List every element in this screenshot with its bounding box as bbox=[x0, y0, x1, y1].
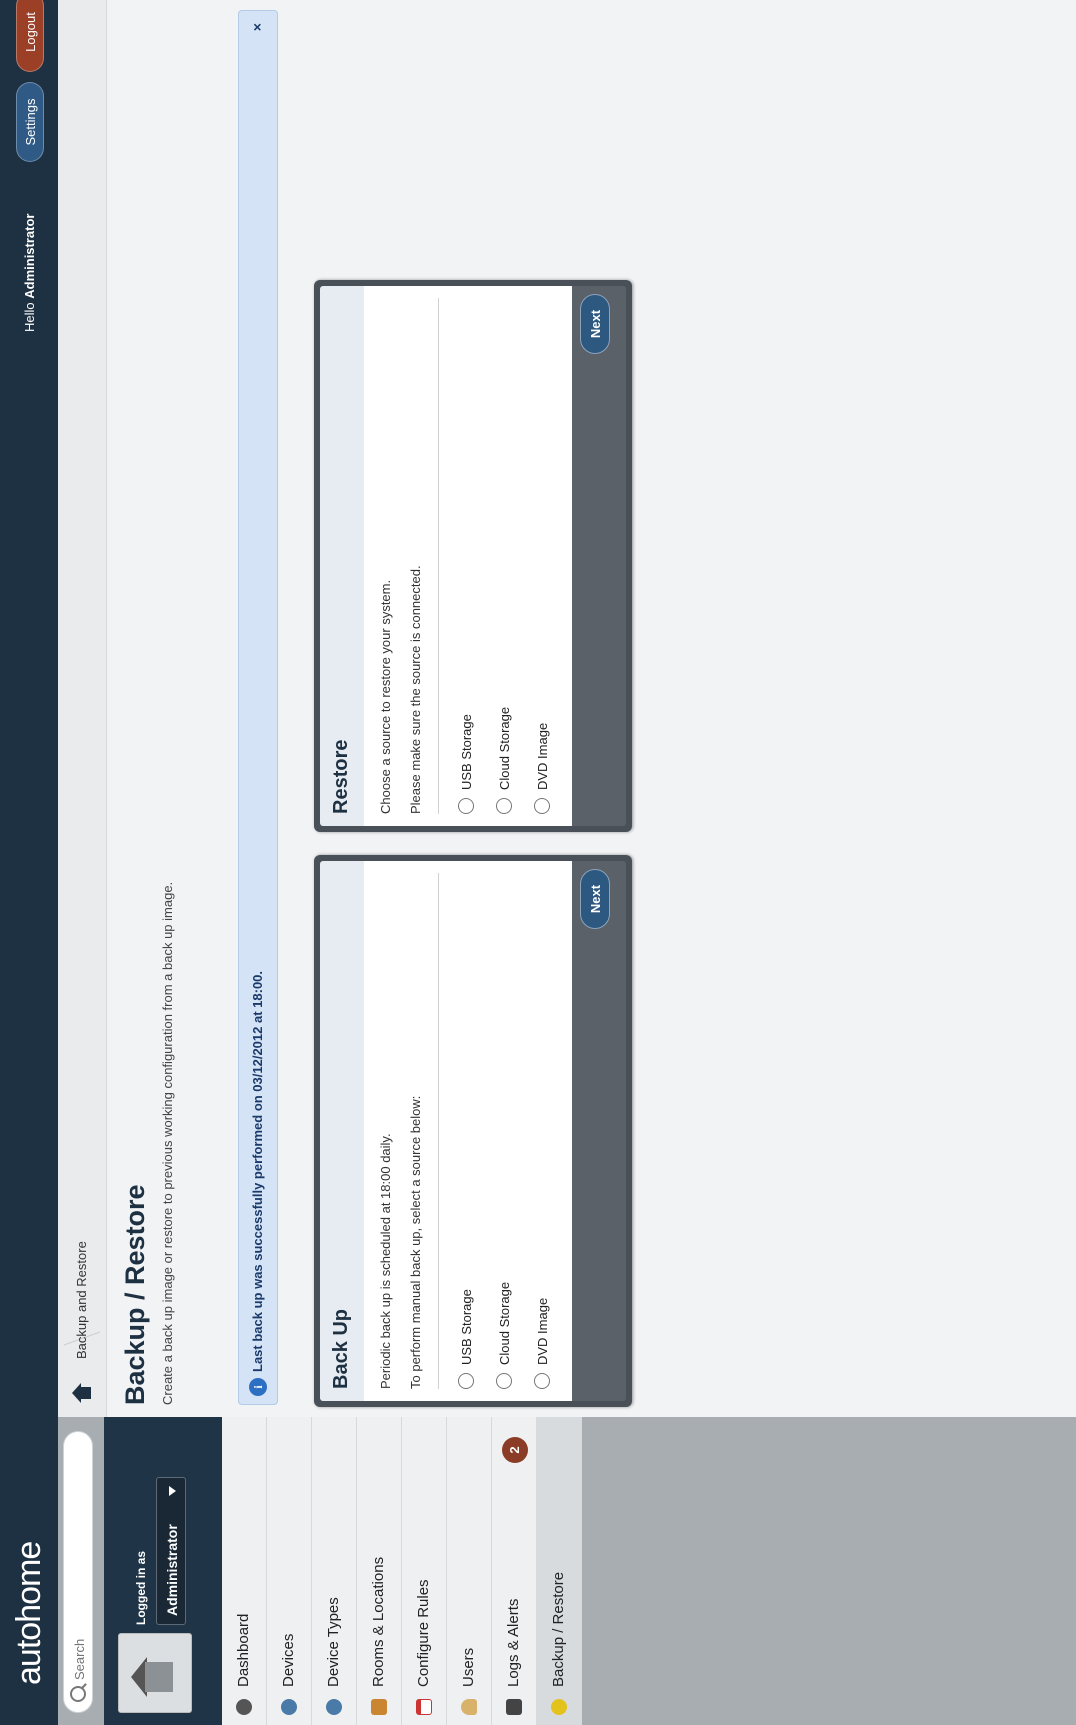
sidebar-item-backup[interactable]: Backup / Restore bbox=[537, 1417, 582, 1725]
radio-cloud-storage[interactable] bbox=[496, 798, 512, 814]
divider bbox=[438, 873, 439, 1389]
device-types-icon bbox=[326, 1699, 342, 1715]
app-window: autohome Logged in as Administrator Dash… bbox=[0, 0, 1076, 1725]
restore-warning-text: Please make sure the source is connected… bbox=[408, 565, 423, 814]
sidebar-nav: Dashboard Devices Device Types Rooms & L… bbox=[222, 1417, 582, 1725]
search-input[interactable] bbox=[68, 1438, 90, 1682]
backup-panel-body: Periodic back up is scheduled at 18:00 d… bbox=[364, 861, 572, 1401]
user-icon bbox=[461, 1699, 477, 1715]
breadcrumb-current: Backup and Restore bbox=[74, 1241, 89, 1359]
home-body bbox=[81, 1387, 91, 1399]
sidebar-item-label: Backup / Restore bbox=[550, 1571, 567, 1687]
backup-panel: Back Up Periodic back up is scheduled at… bbox=[314, 855, 632, 1407]
backup-instruction-text: To perform manual back up, select a sour… bbox=[408, 1095, 423, 1389]
logs-icon bbox=[506, 1699, 522, 1715]
logo-bar: autohome bbox=[0, 1417, 58, 1725]
sidebar-item-rooms[interactable]: Rooms & Locations bbox=[357, 1417, 402, 1725]
sidebar-item-devices[interactable]: Devices bbox=[267, 1417, 312, 1725]
radio-dvd-image[interactable] bbox=[534, 1373, 550, 1389]
sidebar-item-users[interactable]: Users bbox=[447, 1417, 492, 1725]
sidebar: autohome Logged in as Administrator Dash… bbox=[0, 1417, 1076, 1725]
info-icon: i bbox=[249, 1378, 267, 1396]
search-icon bbox=[70, 1686, 86, 1702]
backup-icon bbox=[551, 1699, 567, 1715]
backup-panel-header: Back Up bbox=[320, 861, 364, 1401]
restore-panel-body: Choose a source to restore your system. … bbox=[364, 286, 572, 826]
logout-button[interactable]: Logout bbox=[16, 0, 44, 72]
app-logo: autohome bbox=[10, 1541, 48, 1685]
restore-panel-title: Restore bbox=[330, 739, 352, 814]
sidebar-item-label: Logs & Alerts bbox=[505, 1598, 522, 1687]
rooms-icon bbox=[371, 1699, 387, 1715]
top-bar: Hello Administrator Settings Logout bbox=[0, 0, 58, 1417]
dashboard-icon bbox=[236, 1699, 252, 1715]
sidebar-item-label: Users bbox=[460, 1647, 477, 1687]
main-content: Backup and Restore Backup / Restore Crea… bbox=[58, 0, 1076, 1417]
avatar bbox=[118, 1633, 192, 1713]
option-label: USB Storage bbox=[459, 1289, 474, 1365]
calendar-icon bbox=[416, 1699, 432, 1715]
option-label: DVD Image bbox=[535, 1297, 550, 1365]
option-label: Cloud Storage bbox=[497, 1281, 512, 1365]
backup-next-button[interactable]: Next bbox=[580, 869, 610, 929]
alerts-count-badge: 2 bbox=[502, 1437, 528, 1463]
sidebar-item-logs[interactable]: Logs & Alerts 2 bbox=[492, 1417, 537, 1725]
greeting-user: Administrator bbox=[22, 213, 37, 299]
home-icon[interactable] bbox=[72, 1383, 92, 1403]
divider bbox=[438, 298, 439, 814]
page-subtitle: Create a back up image or restore to pre… bbox=[160, 881, 175, 1405]
restore-next-button[interactable]: Next bbox=[580, 294, 610, 354]
alert-message: Last back up was successfully performed … bbox=[250, 970, 265, 1372]
info-alert: i Last back up was successfully performe… bbox=[238, 10, 278, 1405]
radio-dvd-image[interactable] bbox=[534, 798, 550, 814]
devices-icon bbox=[281, 1699, 297, 1715]
sidebar-item-label: Dashboard bbox=[235, 1613, 252, 1687]
backup-schedule-text: Periodic back up is scheduled at 18:00 d… bbox=[378, 1133, 393, 1389]
sidebar-item-label: Rooms & Locations bbox=[370, 1556, 387, 1687]
backup-panel-title: Back Up bbox=[330, 1308, 352, 1389]
backup-panel-footer: Next bbox=[572, 861, 626, 1401]
role-select-value: Administrator bbox=[164, 1524, 180, 1616]
option-label: Cloud Storage bbox=[497, 706, 512, 790]
sidebar-item-rules[interactable]: Configure Rules bbox=[402, 1417, 447, 1725]
house-icon bbox=[145, 1662, 173, 1692]
sidebar-item-label: Devices bbox=[280, 1633, 297, 1687]
home-roof bbox=[72, 1383, 81, 1403]
restore-panel: Restore Choose a source to restore your … bbox=[314, 280, 632, 832]
restore-panel-header: Restore bbox=[320, 286, 364, 826]
settings-button[interactable]: Settings bbox=[16, 82, 44, 162]
greeting: Hello Administrator bbox=[22, 214, 37, 332]
restore-instruction-text: Choose a source to restore your system. bbox=[378, 579, 393, 814]
sidebar-item-label: Device Types bbox=[325, 1597, 342, 1687]
option-label: USB Storage bbox=[459, 714, 474, 790]
sidebar-item-device-types[interactable]: Device Types bbox=[312, 1417, 357, 1725]
option-label: DVD Image bbox=[535, 722, 550, 790]
breadcrumb: Backup and Restore bbox=[58, 0, 107, 1417]
login-panel: Logged in as Administrator bbox=[104, 1417, 222, 1725]
sidebar-item-label: Configure Rules bbox=[415, 1579, 432, 1687]
role-select[interactable]: Administrator bbox=[156, 1477, 186, 1625]
radio-cloud-storage[interactable] bbox=[496, 1373, 512, 1389]
restore-panel-footer: Next bbox=[572, 286, 626, 826]
greeting-text: Hello bbox=[22, 302, 37, 332]
logged-in-label: Logged in as bbox=[134, 1550, 148, 1625]
close-icon[interactable]: × bbox=[249, 23, 265, 31]
search-box[interactable] bbox=[63, 1431, 93, 1713]
page-title: Backup / Restore bbox=[120, 1184, 150, 1405]
sidebar-item-dashboard[interactable]: Dashboard bbox=[222, 1417, 267, 1725]
radio-usb-storage[interactable] bbox=[458, 1373, 474, 1389]
chevron-down-icon bbox=[169, 1486, 176, 1496]
radio-usb-storage[interactable] bbox=[458, 798, 474, 814]
